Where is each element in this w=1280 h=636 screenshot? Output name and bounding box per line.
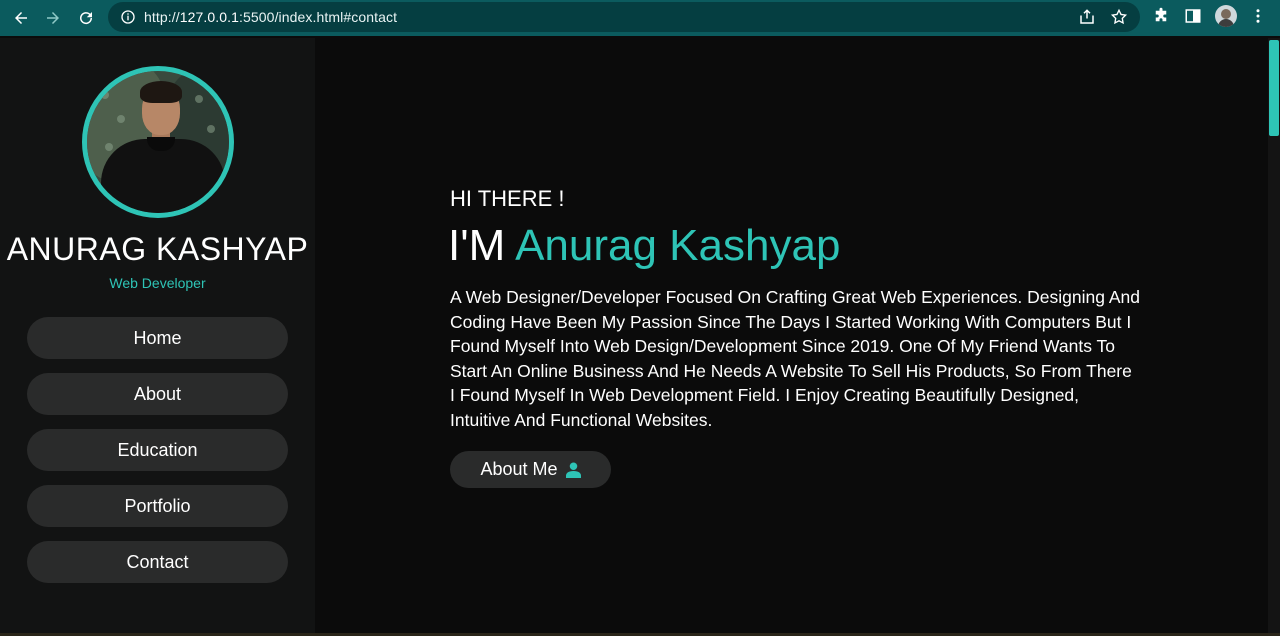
- star-icon[interactable]: [1110, 8, 1128, 26]
- sidebar-nav: Home About Education Portfolio Contact: [27, 317, 288, 597]
- share-icon[interactable]: [1078, 8, 1096, 26]
- arrow-right-icon: [47, 12, 59, 24]
- back-button[interactable]: [5, 2, 37, 34]
- browser-toolbar: http://127.0.0.1:5500/index.html#contact: [0, 0, 1280, 36]
- nav-contact-button[interactable]: Contact: [27, 541, 288, 583]
- profile-name: ANURAG KASHYAP: [6, 231, 309, 267]
- arrow-left-icon: [15, 12, 27, 24]
- reload-button[interactable]: [70, 2, 102, 34]
- url-text[interactable]: http://127.0.0.1:5500/index.html#contact: [144, 9, 397, 25]
- avatar: [82, 66, 234, 218]
- hero-section: HI THERE ! I'M Anurag Kashyap A Web Desi…: [315, 38, 1268, 636]
- hero-headline: I'M Anurag Kashyap: [448, 221, 840, 271]
- hero-name: Anurag Kashyap: [515, 221, 841, 270]
- url-prefix: http://: [144, 9, 180, 25]
- sidepanel-button[interactable]: [1184, 7, 1202, 25]
- hero-greeting: HI THERE !: [450, 186, 565, 211]
- reload-icon: [80, 12, 93, 25]
- kebab-menu-icon: [1256, 9, 1260, 23]
- address-bar[interactable]: http://127.0.0.1:5500/index.html#contact: [108, 2, 1140, 32]
- extensions-button[interactable]: [1152, 7, 1170, 25]
- url-host: 127.0.0.1: [179, 9, 240, 25]
- sidepanel-icon: [1185, 9, 1201, 23]
- about-me-button[interactable]: About Me: [450, 451, 611, 488]
- url-path: :5500/index.html#contact: [239, 9, 398, 25]
- info-icon[interactable]: [120, 9, 136, 25]
- nav-about-button[interactable]: About: [27, 373, 288, 415]
- nav-home-button[interactable]: Home: [27, 317, 288, 359]
- sidebar: ANURAG KASHYAP Web Developer Home About …: [0, 38, 315, 636]
- scrollbar-thumb[interactable]: [1269, 40, 1279, 136]
- hero-bio: A Web Designer/Developer Focused On Craf…: [450, 287, 1140, 430]
- nav-portfolio-button[interactable]: Portfolio: [27, 485, 288, 527]
- profile-avatar[interactable]: [1215, 5, 1237, 27]
- user-icon: [565, 462, 581, 478]
- nav-education-button[interactable]: Education: [27, 429, 288, 471]
- about-me-label: About Me: [480, 459, 558, 479]
- profile-role: Web Developer: [109, 275, 206, 291]
- forward-button[interactable]: [37, 2, 69, 34]
- puzzle-icon: [1155, 7, 1167, 22]
- browser-menu-button[interactable]: [1249, 7, 1267, 25]
- hero-im: I'M: [448, 221, 516, 270]
